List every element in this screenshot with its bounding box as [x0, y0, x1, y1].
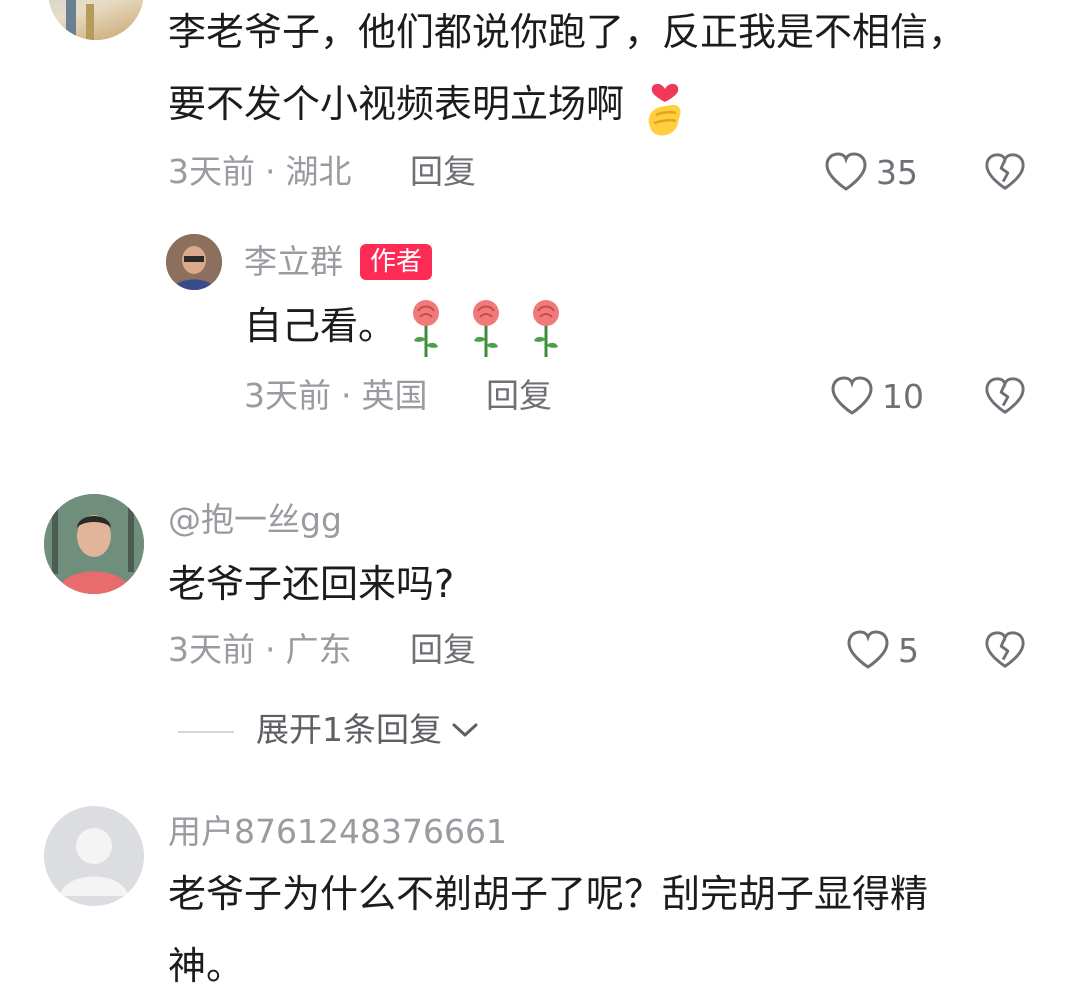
comment-text: 李老爷子，他们都说你跑了，反正我是不相信，	[168, 10, 967, 54]
comment-text-content: 要不发个小视频表明立场啊	[168, 82, 625, 126]
reply-button[interactable]: 回复	[410, 152, 476, 192]
timestamp: 3天前	[168, 152, 255, 191]
avatar-image	[66, 0, 94, 40]
broken-heart-icon	[985, 377, 1025, 414]
default-avatar-icon	[60, 828, 128, 896]
expand-divider	[178, 731, 234, 733]
chevron-down-icon	[452, 723, 478, 737]
dislike-button[interactable]	[984, 376, 1026, 420]
like-count: 35	[876, 152, 918, 192]
expand-replies-button[interactable]: 展开1条回复	[256, 710, 480, 750]
comment-username[interactable]: @抱一丝gg	[168, 500, 342, 540]
dislike-button[interactable]	[984, 630, 1026, 674]
like-button[interactable]: 5	[846, 628, 919, 672]
like-button[interactable]: 35	[824, 150, 918, 194]
broken-heart-icon	[985, 631, 1025, 668]
author-username[interactable]: 李立群	[244, 242, 343, 282]
avatar[interactable]	[44, 494, 144, 594]
heart-outline-icon	[847, 630, 889, 669]
author-avatar-image	[166, 234, 222, 290]
avatar-image	[44, 494, 144, 594]
comment-meta: 3天前 · 湖北	[168, 152, 352, 191]
timestamp: 3天前	[244, 376, 331, 415]
author-avatar[interactable]	[166, 234, 222, 290]
comment-text: 老爷子为什么不剃胡子了呢？刮完胡子显得精	[168, 872, 929, 916]
reply-meta: 3天前 · 英国	[244, 376, 428, 415]
heart-outline-icon	[831, 376, 873, 415]
reply-text-content: 自己看。	[244, 304, 397, 348]
comment-text: 老爷子还回来吗?	[168, 562, 455, 606]
reply-text: 自己看。	[244, 296, 588, 361]
author-badge: 作者	[360, 244, 433, 280]
like-count: 10	[882, 376, 924, 416]
rose-emoji-icon	[413, 299, 560, 357]
reply-button[interactable]: 回复	[410, 630, 476, 670]
comment-text-line-2: 要不发个小视频表明立场啊	[168, 74, 688, 139]
heart-outline-icon	[825, 152, 867, 191]
finger-heart-emoji-icon	[648, 83, 681, 135]
expand-replies-label: 展开1条回复	[256, 710, 442, 749]
reply-button[interactable]: 回复	[486, 376, 552, 416]
location: 湖北	[285, 152, 352, 191]
avatar[interactable]	[48, 0, 144, 40]
timestamp: 3天前	[168, 630, 255, 669]
dislike-button[interactable]	[984, 152, 1026, 196]
comment-username[interactable]: 用户8761248376661	[168, 812, 507, 852]
broken-heart-icon	[985, 153, 1025, 190]
comment-meta: 3天前 · 广东	[168, 630, 352, 669]
comment-text-line-2: 神。	[168, 944, 245, 988]
like-button[interactable]: 10	[830, 374, 924, 418]
location: 广东	[285, 630, 352, 669]
location: 英国	[361, 376, 428, 415]
like-count: 5	[898, 630, 919, 670]
avatar[interactable]	[44, 806, 144, 906]
